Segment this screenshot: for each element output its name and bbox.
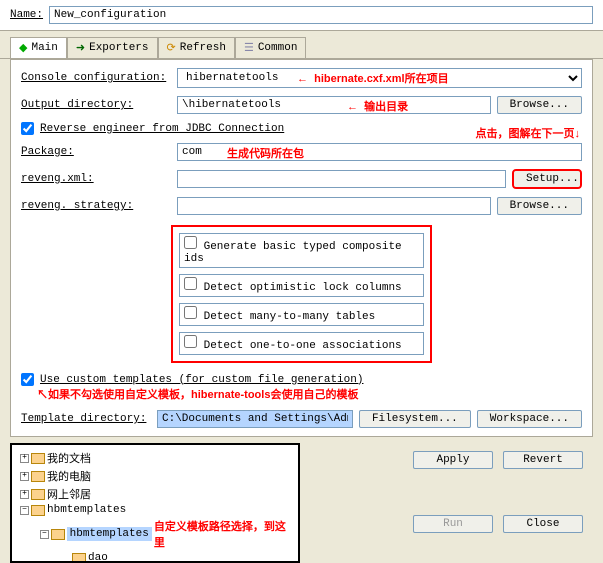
folder-icon: [31, 505, 45, 516]
tab-common[interactable]: ☰Common: [235, 37, 306, 58]
custom-templates-checkbox[interactable]: [21, 373, 34, 386]
package-label: Package:: [21, 146, 171, 158]
folder-icon: [51, 529, 65, 540]
strategy-browse-button[interactable]: Browse...: [497, 197, 582, 215]
run-button: Run: [413, 515, 493, 533]
folder-icon: [31, 453, 45, 464]
console-note: ← hibernate.cxf.xml所在项目: [297, 70, 449, 86]
tree-note: 自定义模板路径选择，到这里: [154, 518, 294, 550]
check-one-to-one[interactable]: Detect one-to-one associations: [179, 332, 424, 355]
output-note: ← 输出目录: [347, 98, 408, 114]
tab-exporters[interactable]: ➜Exporters: [67, 37, 158, 58]
expand-icon[interactable]: +: [20, 472, 29, 481]
revert-button[interactable]: Revert: [503, 451, 583, 469]
name-label: Name:: [10, 9, 43, 21]
close-button[interactable]: Close: [503, 515, 583, 533]
strategy-input[interactable]: [177, 197, 491, 215]
output-input[interactable]: [177, 96, 491, 114]
custom-templates-label: Use custom templates (for custom file ge…: [40, 374, 363, 386]
workspace-button[interactable]: Workspace...: [477, 410, 582, 428]
folder-tree[interactable]: + 我的文档 + 我的电脑 + 网上邻居 − hbmtemplates − hb…: [10, 443, 300, 563]
collapse-icon[interactable]: −: [40, 530, 49, 539]
name-input[interactable]: [49, 6, 593, 24]
tab-refresh[interactable]: ⟳Refresh: [158, 37, 235, 58]
reverse-label: Reverse engineer from JDBC Connection: [40, 123, 284, 135]
filesystem-button[interactable]: Filesystem...: [359, 410, 471, 428]
click-note: 点击，图解在下一页↓: [476, 125, 581, 141]
strategy-label: reveng. strategy:: [21, 200, 171, 212]
reverse-checkbox[interactable]: [21, 122, 34, 135]
console-label: Console configuration:: [21, 72, 171, 84]
expand-icon[interactable]: +: [20, 454, 29, 463]
tpl-dir-input[interactable]: [157, 410, 353, 428]
folder-icon: [31, 471, 45, 482]
folder-icon: [72, 553, 86, 563]
reveng-label: reveng.xml:: [21, 173, 171, 185]
folder-icon: [31, 489, 45, 500]
check-composite-ids[interactable]: Generate basic typed composite ids: [179, 233, 424, 268]
tab-bar: ◆Main ➜Exporters ⟳Refresh ☰Common: [0, 31, 603, 59]
output-label: Output directory:: [21, 99, 171, 111]
check-optimistic-lock[interactable]: Detect optimistic lock columns: [179, 274, 424, 297]
reveng-input[interactable]: [177, 170, 506, 188]
output-browse-button[interactable]: Browse...: [497, 96, 582, 114]
apply-button[interactable]: Apply: [413, 451, 493, 469]
check-many-to-many[interactable]: Detect many-to-many tables: [179, 303, 424, 326]
tpl-dir-label: Template directory:: [21, 413, 151, 425]
package-note: 生成代码所在包: [227, 145, 304, 161]
custom-note: ↖如果不勾选使用自定义模板，hibernate-tools会使用自己的模板: [37, 386, 358, 402]
options-group: Generate basic typed composite ids Detec…: [171, 225, 432, 363]
setup-button[interactable]: Setup...: [512, 169, 582, 189]
tab-main[interactable]: ◆Main: [10, 37, 67, 58]
expand-icon[interactable]: +: [20, 490, 29, 499]
collapse-icon[interactable]: −: [20, 506, 29, 515]
tree-selected[interactable]: hbmtemplates: [67, 527, 152, 541]
main-panel: Console configuration: hibernatetools ← …: [10, 59, 593, 437]
